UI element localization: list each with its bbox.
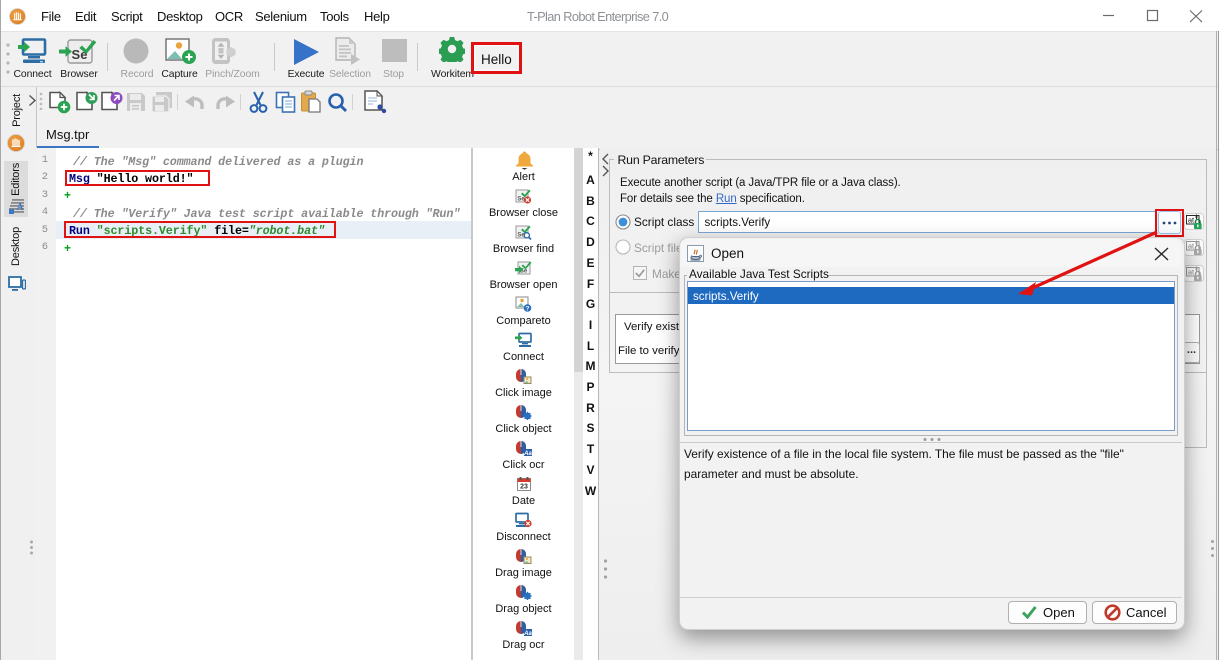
svg-text:at: at bbox=[1188, 268, 1195, 277]
svg-text:A: A bbox=[16, 202, 24, 213]
svg-text:at: at bbox=[1188, 216, 1195, 225]
svg-text:?: ? bbox=[526, 306, 530, 312]
svg-text:23: 23 bbox=[520, 484, 528, 491]
svg-text:Aa: Aa bbox=[523, 451, 532, 456]
svg-text:at: at bbox=[1188, 242, 1195, 251]
svg-text:Aa: Aa bbox=[523, 631, 532, 636]
